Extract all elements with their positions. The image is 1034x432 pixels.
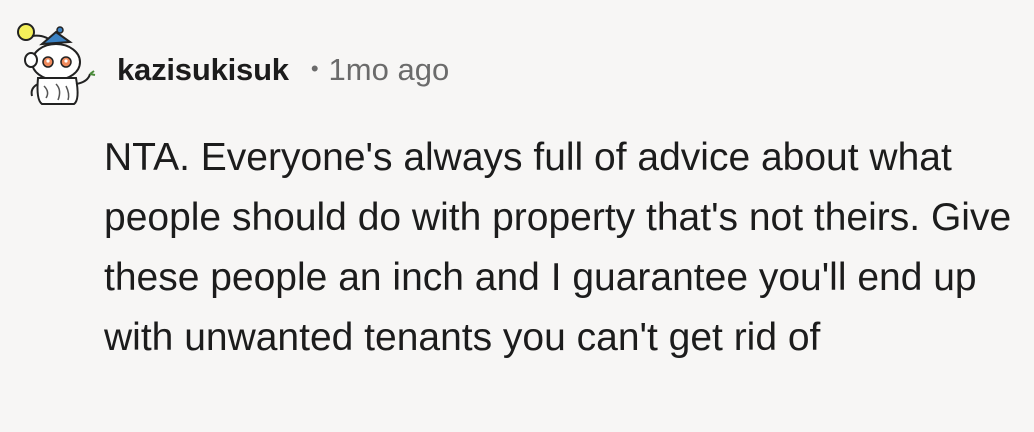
user-avatar[interactable] [12, 14, 104, 106]
comment-body: NTA. Everyone's always full of advice ab… [104, 128, 1024, 368]
timestamp[interactable]: 1mo ago [329, 52, 450, 88]
snoo-avatar-icon [17, 23, 96, 105]
comment-meta: kazisukisuk • 1mo ago [117, 52, 449, 88]
comment: kazisukisuk • 1mo ago NTA. Everyone's al… [0, 0, 1034, 432]
username-link[interactable]: kazisukisuk [117, 52, 289, 88]
comment-text: NTA. Everyone's always full of advice ab… [104, 136, 1012, 359]
separator-dot: • [310, 56, 319, 81]
